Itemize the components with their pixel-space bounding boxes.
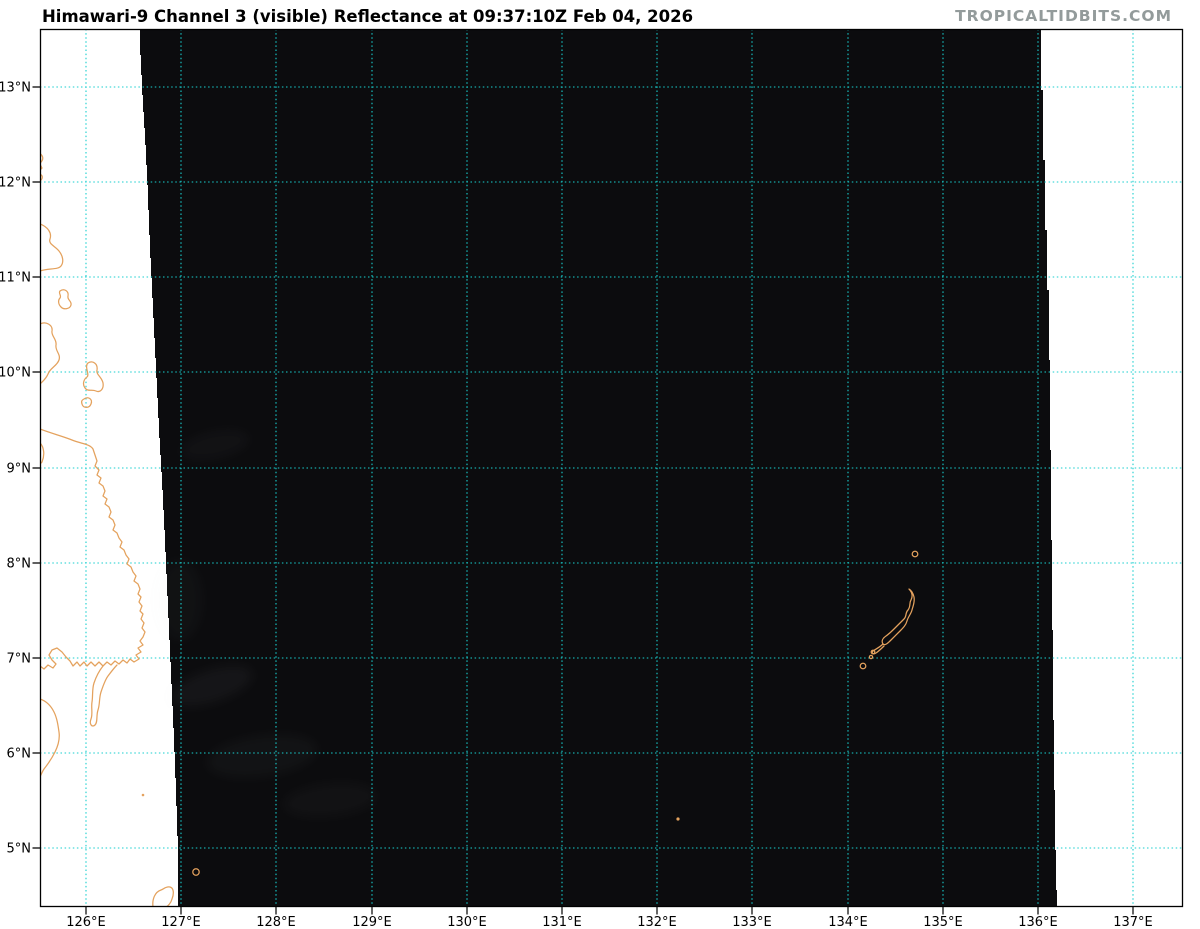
lon-label: 134°E xyxy=(828,915,868,929)
lon-label: 130°E xyxy=(447,915,487,929)
lon-label: 132°E xyxy=(637,915,677,929)
lon-label: 126°E xyxy=(66,915,106,929)
lat-label: 10°N xyxy=(0,366,31,381)
lat-label: 6°N xyxy=(7,747,32,762)
lon-label: 127°E xyxy=(161,915,201,929)
site-watermark: TROPICALTIDBITS.COM xyxy=(955,7,1172,25)
lat-label: 7°N xyxy=(7,652,32,667)
islet-sonsorol xyxy=(676,817,680,821)
lon-label: 135°E xyxy=(923,915,963,929)
lon-label: 136°E xyxy=(1018,915,1058,929)
map-canvas: Himawari-9 Channel 3 (visible) Reflectan… xyxy=(0,0,1200,929)
lon-label: 133°E xyxy=(732,915,772,929)
lon-label: 131°E xyxy=(542,915,582,929)
lat-label: 12°N xyxy=(0,176,31,191)
lon-label: 129°E xyxy=(352,915,392,929)
lat-label: 5°N xyxy=(7,842,32,857)
lat-label: 11°N xyxy=(0,271,31,286)
lon-label: 137°E xyxy=(1113,915,1153,929)
lat-label: 9°N xyxy=(7,462,32,477)
islet-dot-6n xyxy=(141,793,145,797)
lat-label: 13°N xyxy=(0,81,31,96)
satellite-image-viewer: Himawari-9 Channel 3 (visible) Reflectan… xyxy=(0,0,1200,929)
figure-title: Himawari-9 Channel 3 (visible) Reflectan… xyxy=(42,7,693,26)
lat-label: 8°N xyxy=(7,557,32,572)
lon-label: 128°E xyxy=(256,915,296,929)
